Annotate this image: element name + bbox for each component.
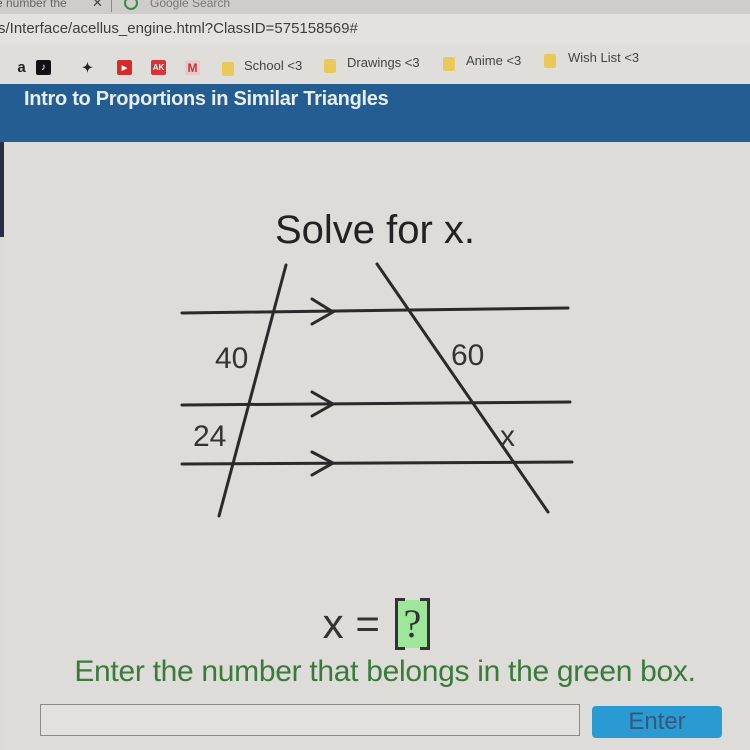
answer-input[interactable] bbox=[40, 704, 580, 736]
left-transversal bbox=[217, 263, 288, 518]
label-left-bottom: 24 bbox=[193, 420, 226, 453]
green-answer-box: ? bbox=[394, 597, 431, 650]
instruction-text: Enter the number that belongs in the gre… bbox=[74, 655, 696, 688]
label-right-bottom: x bbox=[500, 420, 515, 453]
equation-lhs: x = bbox=[322, 599, 380, 647]
answer-equation: x = ? bbox=[0, 597, 750, 650]
right-transversal bbox=[375, 262, 550, 514]
label-left-top: 40 bbox=[215, 342, 248, 375]
parallel-line-middle bbox=[180, 400, 572, 407]
label-right-top: 60 bbox=[451, 339, 484, 372]
enter-button[interactable]: Enter bbox=[592, 706, 722, 738]
parallel-line-top bbox=[180, 306, 570, 315]
